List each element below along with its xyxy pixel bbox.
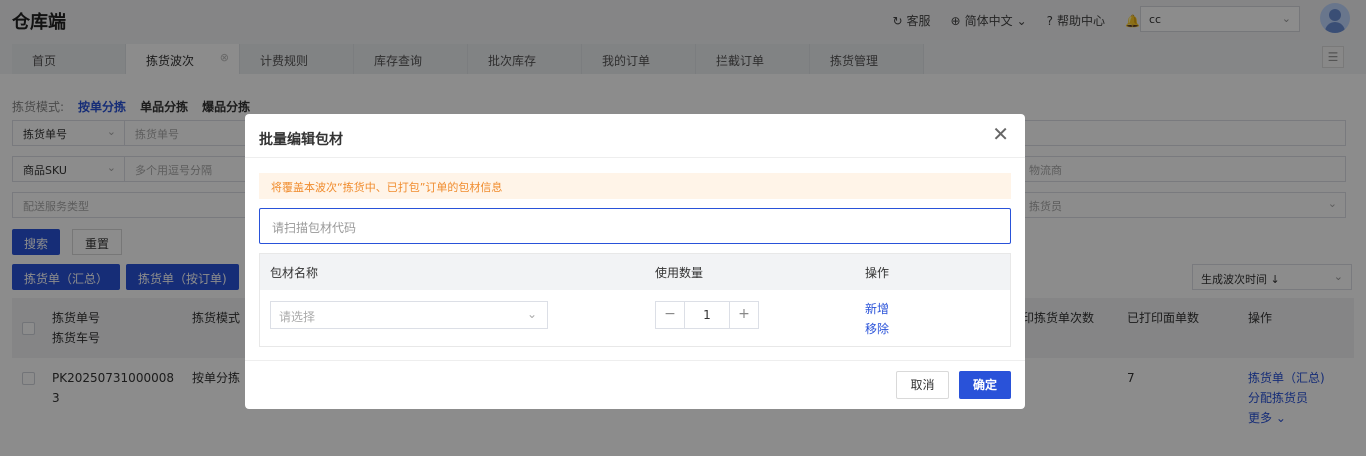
packaging-select[interactable]: 请选择 ⌄ bbox=[270, 301, 548, 329]
dialog-header-divider bbox=[245, 157, 1025, 158]
dialog-footer-divider bbox=[245, 360, 1025, 361]
col-ops: 操作 bbox=[865, 266, 890, 280]
scan-packaging-input[interactable]: 请扫描包材代码 bbox=[259, 208, 1011, 244]
cancel-button[interactable]: 取消 bbox=[896, 371, 949, 399]
packaging-table: 包材名称 使用数量 操作 请选择 ⌄ − 1 + 新增 移除 bbox=[259, 253, 1011, 347]
chevron-down-icon: ⌄ bbox=[526, 307, 537, 321]
remove-row-link[interactable]: 移除 bbox=[865, 319, 889, 339]
plus-icon[interactable]: + bbox=[730, 302, 758, 328]
overwrite-warning: 将覆盖本波次“拣货中、已打包”订单的包材信息 bbox=[259, 173, 1011, 199]
packaging-table-header: 包材名称 使用数量 操作 bbox=[260, 254, 1010, 290]
quantity-stepper: − 1 + bbox=[655, 301, 759, 329]
dialog-title: 批量编辑包材 bbox=[259, 132, 343, 148]
packaging-select-placeholder: 请选择 bbox=[279, 310, 316, 324]
batch-edit-packaging-dialog: 批量编辑包材 ✕ 将覆盖本波次“拣货中、已打包”订单的包材信息 请扫描包材代码 … bbox=[245, 114, 1025, 409]
row-actions: 新增 移除 bbox=[865, 299, 889, 339]
quantity-value[interactable]: 1 bbox=[684, 302, 730, 328]
close-icon[interactable]: ✕ bbox=[992, 124, 1009, 144]
minus-icon[interactable]: − bbox=[656, 302, 684, 328]
col-packaging-name: 包材名称 bbox=[270, 266, 319, 280]
col-quantity: 使用数量 bbox=[655, 266, 704, 280]
confirm-button[interactable]: 确定 bbox=[959, 371, 1011, 399]
add-row-link[interactable]: 新增 bbox=[865, 299, 889, 319]
